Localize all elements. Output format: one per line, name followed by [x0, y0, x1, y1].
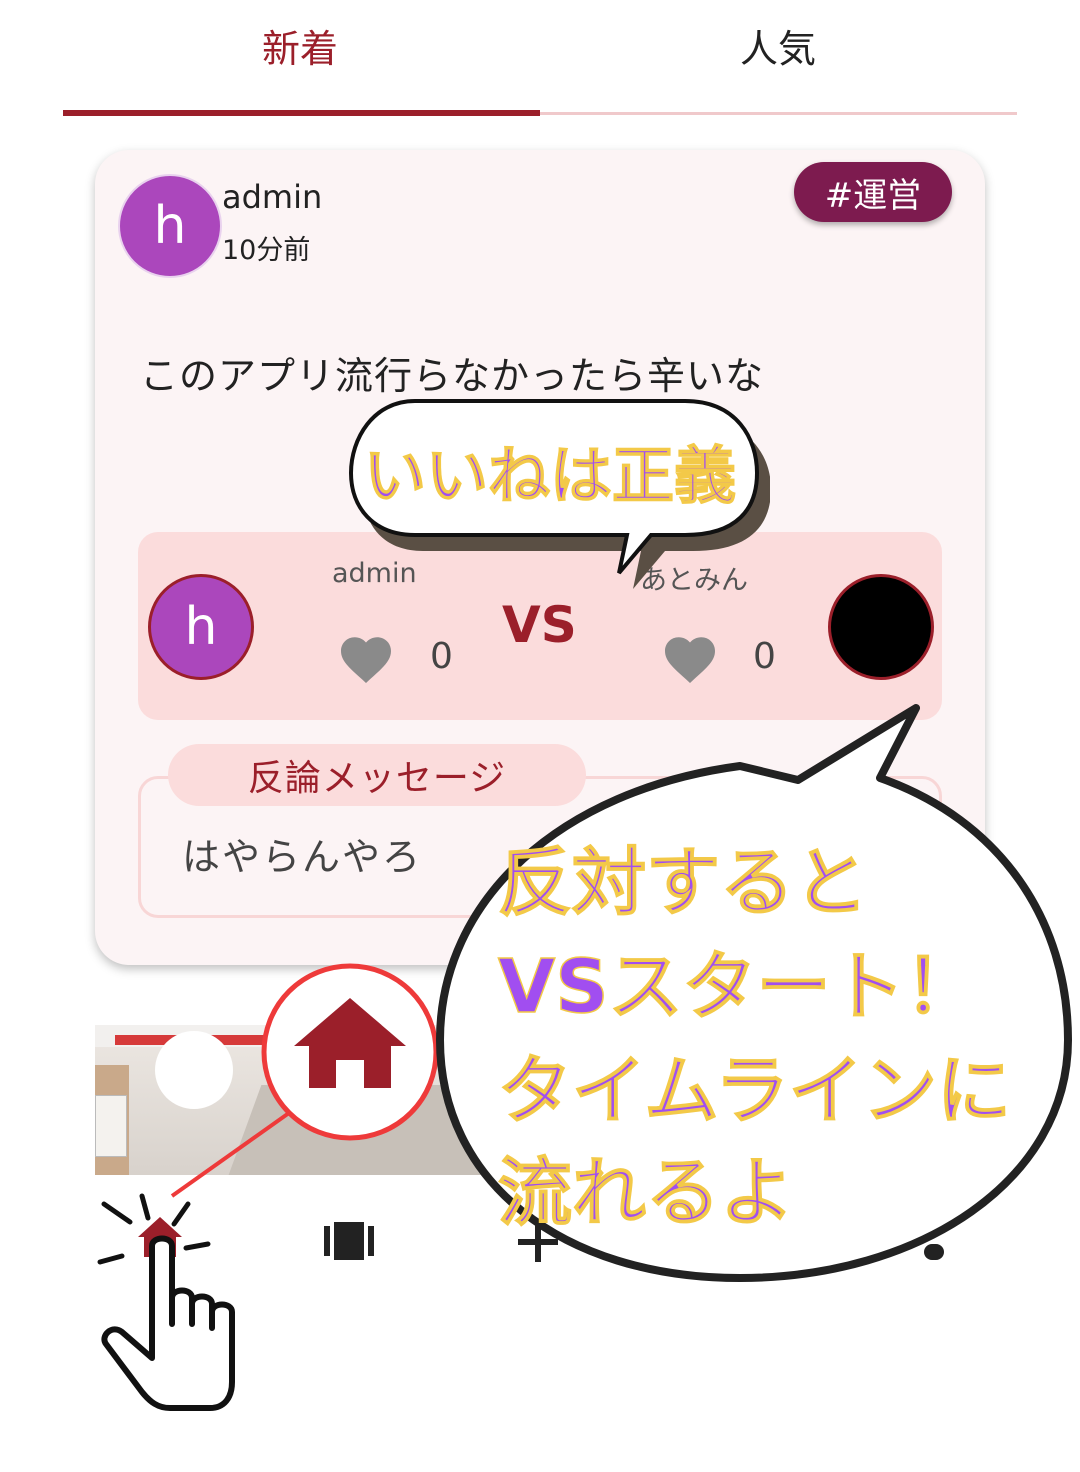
callout-big-line1: 反対すると	[498, 840, 868, 926]
callout-big-line3: タイムラインに	[498, 1048, 1011, 1134]
callout-big-text-layer: 反対すると VSスタート！ タイムラインに 流れるよ	[497, 839, 1011, 1237]
callout-big-line4: 流れるよ	[498, 1150, 794, 1236]
callout-big-line2: VSスタート！	[498, 944, 979, 1030]
